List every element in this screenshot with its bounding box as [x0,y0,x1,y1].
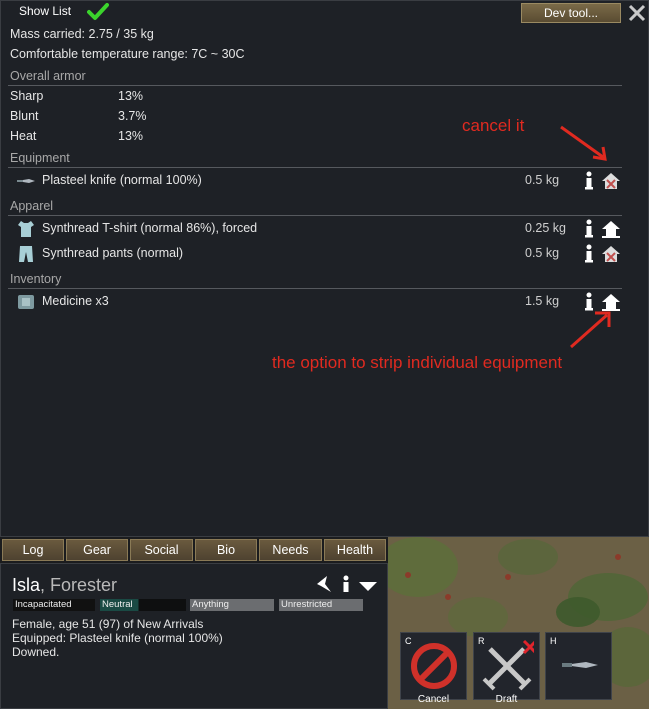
tab-needs[interactable]: Needs [259,539,322,561]
draft-command-button[interactable]: R [473,632,540,700]
divider [8,215,622,216]
armor-blunt-value: 3.7% [118,109,147,123]
pants-icon [19,246,33,262]
tab-log[interactable]: Log [2,539,64,561]
equipment-section-title: Equipment [10,151,70,165]
status-badge[interactable]: Unrestricted [279,599,363,611]
draft-command-label: Draft [495,694,518,705]
armor-heat-value: 13% [118,129,144,143]
inventory-row: Medicine x3 1.5 kg [1,291,631,313]
pawn-job: Forester [50,575,118,595]
draft-swords-icon [482,639,534,691]
tab-bio[interactable]: Bio [195,539,257,561]
armor-sharp-label: Sharp [10,89,44,103]
knife-command-button[interactable]: H [545,632,612,700]
item-name: Synthread T-shirt (normal 86%), forced [42,221,258,235]
gear-topbar: Show List Dev tool... [1,1,648,23]
item-mass: 0.5 kg [525,173,560,187]
apparel-section-title: Apparel [10,199,54,213]
inspect-tabs: Log Gear Social Bio Needs Health [0,537,388,563]
pawn-name: Isla, Forester [12,575,118,595]
tab-social[interactable]: Social [130,539,193,561]
mass-carried: Mass carried: 2.75 / 35 kg [10,27,154,41]
armor-section-title: Overall armor [10,69,86,83]
tshirt-icon [18,221,34,237]
item-mass: 0.5 kg [525,246,560,260]
rename-icon [317,576,331,592]
annotation-strip: the option to strip individual equipment [272,353,563,372]
dev-tool-button[interactable]: Dev tool... [521,3,621,23]
cancel-strip-icon[interactable] [600,171,622,191]
item-name: Synthread pants (normal) [42,246,184,260]
apparel-row: Synthread T-shirt (normal 86%), forced 0… [1,218,631,240]
item-mass: 0.25 kg [525,221,567,235]
inspect-pane: Isla, Forester Incapacitated Neutral Any… [0,563,388,709]
chevron-down-icon [359,582,377,591]
cancel-strip-icon[interactable] [600,244,622,264]
pawn-description: Female, age 51 (97) of New Arrivals [12,617,204,631]
inventory-section-title: Inventory [10,272,62,286]
pawn-status: Downed. [12,645,60,659]
close-icon[interactable] [627,3,647,23]
divider [8,167,622,168]
pawn-equipped: Equipped: Plasteel knife (normal 100%) [12,631,223,645]
annotation-cancel: cancel it [462,116,525,135]
equipment-row: Plasteel knife (normal 100%) 0.5 kg [1,170,631,192]
info-icon[interactable] [583,171,595,191]
status-badge: Neutral [100,599,186,611]
cancel-icon [411,643,457,689]
divider [8,288,622,289]
pawn-first-name: Isla [12,575,41,595]
armor-heat-label: Heat [10,129,37,143]
tab-health[interactable]: Health [324,539,386,561]
annotation-arrow-icon [560,125,607,161]
pawn-actions-icons[interactable] [315,574,381,594]
info-icon[interactable] [583,219,595,239]
hotkey-label: H [550,636,557,646]
show-list-label[interactable]: Show List [19,4,71,18]
knife-icon [17,179,35,183]
status-badge[interactable]: Anything [190,599,274,611]
gear-panel: Show List Dev tool... Mass carried: 2.75… [0,0,649,537]
item-mass: 1.5 kg [525,294,560,308]
armor-sharp-value: 13% [118,89,144,103]
tab-gear[interactable]: Gear [66,539,128,561]
strip-icon[interactable] [600,219,622,239]
apparel-row: Synthread pants (normal) 0.5 kg [1,243,631,265]
armor-blunt-label: Blunt [10,109,39,123]
check-icon[interactable] [87,2,109,22]
cancel-command-button[interactable]: C [400,632,467,700]
item-name: Plasteel knife (normal 100%) [42,173,202,187]
knife-icon [562,662,598,668]
status-badge: Incapacitated [13,599,95,611]
divider [8,85,622,86]
cancel-command-label: Cancel [417,694,450,705]
annotation-arrow-icon [570,311,611,349]
medicine-icon [18,295,34,309]
comfort-range: Comfortable temperature range: 7C ~ 30C [10,47,245,61]
info-icon[interactable] [583,244,595,264]
item-name: Medicine x3 [42,294,109,308]
